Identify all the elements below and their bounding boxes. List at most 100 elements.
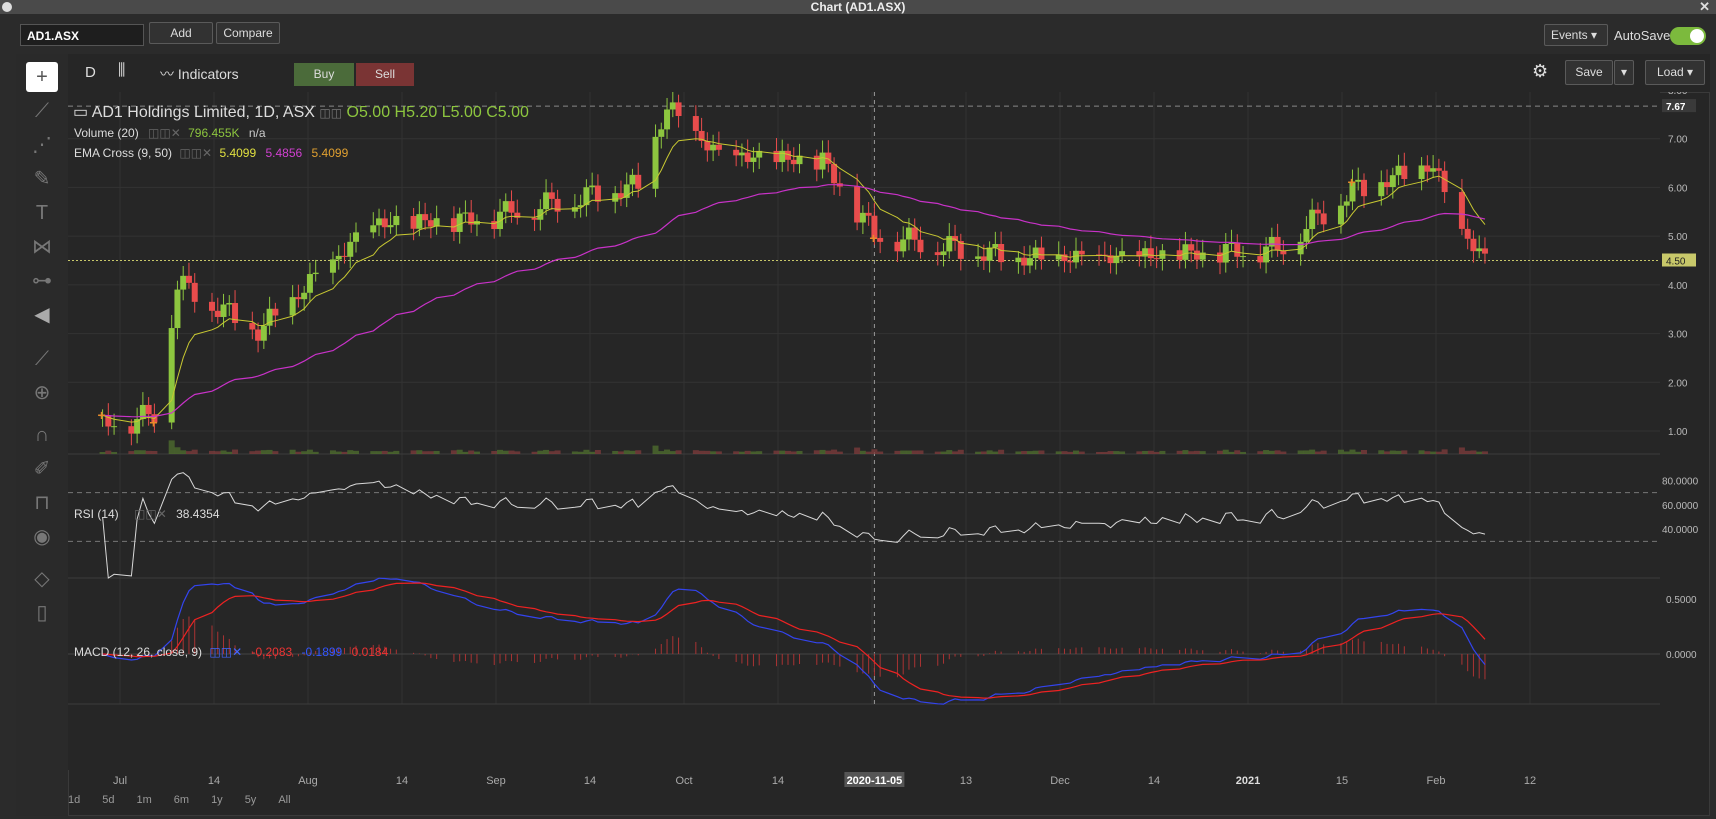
price-tick-label: 2.00 — [1668, 378, 1688, 389]
candle-body — [393, 215, 400, 226]
ema-legend: EMA Cross (9, 50) ◫◫✕ 5.4099 5.4856 5.40… — [74, 146, 348, 160]
gear-icon[interactable]: ⚙ — [1532, 61, 1548, 82]
volume-bar — [1021, 451, 1028, 454]
period-1y[interactable]: 1y — [211, 794, 223, 806]
measure-levels-icon[interactable]: ⊶ — [26, 266, 58, 296]
volume-bar — [1038, 450, 1045, 454]
fib-icon[interactable]: ⋰ — [26, 130, 58, 160]
volume-bar — [554, 450, 561, 454]
candle-body — [1401, 165, 1408, 180]
ema-tools-icon[interactable]: ◫◫✕ — [179, 146, 212, 160]
candle-body — [998, 243, 1005, 263]
volume-bar — [1320, 450, 1327, 454]
save-button[interactable]: Save — [1565, 60, 1613, 85]
volume-bar — [1055, 451, 1062, 454]
period-6m[interactable]: 6m — [174, 794, 189, 806]
legend-close: C5.00 — [486, 104, 529, 121]
candle-body — [1147, 248, 1154, 259]
price-tick-label: 8.00 — [1668, 92, 1688, 97]
period-1m[interactable]: 1m — [137, 794, 152, 806]
volume-bar — [497, 449, 503, 454]
period-5y[interactable]: 5y — [245, 794, 257, 806]
candle-body — [180, 275, 187, 290]
brush-icon[interactable]: ✎ — [26, 164, 58, 194]
candle-body — [1320, 213, 1327, 225]
volume-bar — [508, 450, 515, 454]
price-chart[interactable]: + + + + — [68, 92, 1660, 770]
candle-body — [813, 155, 820, 170]
volume-bar — [617, 451, 624, 454]
trash-icon[interactable]: ▯ — [26, 598, 58, 628]
add-button[interactable]: Add — [149, 22, 213, 44]
volume-bar — [704, 450, 711, 454]
candle-body — [416, 214, 423, 229]
layers-icon[interactable]: ◇ — [26, 564, 58, 594]
arrow-left-icon[interactable]: ◀ — [26, 300, 58, 330]
time-tick-label: 14 — [396, 775, 408, 787]
time-tick-label: 14 — [208, 775, 220, 787]
candle-body — [381, 218, 388, 228]
candle-body — [1441, 170, 1448, 193]
macd-tools-icon[interactable]: ◫◫✕ — [209, 645, 242, 659]
drawing-toolbar: + ⟋ ⋰ ✎ T ⋈ ⊶ ◀ ⟋ ⊕ ∩ ✐ ⊓ ◉ ◇ ▯ — [16, 54, 69, 816]
legend-collapse-icon[interactable]: ▭ — [73, 104, 88, 121]
candle-body — [975, 256, 982, 259]
volume-bar — [1343, 451, 1350, 454]
crosshair-icon[interactable]: + — [26, 62, 58, 92]
window-icon — [2, 2, 12, 12]
volume-bar — [1424, 451, 1431, 454]
magnet-icon[interactable]: ∩ — [26, 420, 58, 450]
candle-body — [1240, 256, 1247, 258]
volume-bar — [433, 450, 440, 454]
period-all[interactable]: All — [278, 794, 290, 806]
load-dropdown[interactable]: Load ▾ — [1645, 60, 1705, 85]
trendline-icon[interactable]: ⟋ — [26, 96, 58, 126]
volume-bar — [992, 451, 999, 454]
price-axis[interactable]: 8.00 7.00 6.00 5.00 4.00 3.00 2.00 1.00 7.67 4.50… — [1660, 92, 1710, 770]
volume-tools-icon[interactable]: ◫◫✕ — [148, 126, 181, 140]
candle-body — [272, 308, 279, 316]
indicators-button[interactable]: 〰 Indicators — [160, 64, 239, 84]
volume-bar — [1314, 451, 1321, 454]
volume-bar — [1470, 450, 1477, 454]
candle-body — [497, 211, 503, 230]
rsi-tools-icon[interactable]: ◫◫✕ — [134, 507, 167, 521]
rsi-label: RSI (14) — [74, 507, 119, 521]
lock-icon[interactable]: ⊓ — [26, 488, 58, 518]
legend-tools-icon[interactable]: ◫◫ — [319, 106, 342, 120]
volume-bar — [900, 450, 907, 454]
candles-icon[interactable]: ⫼ — [118, 62, 125, 80]
interval-selector[interactable]: D — [85, 64, 96, 81]
volume-bar — [1026, 451, 1033, 454]
zoom-in-icon[interactable]: ⊕ — [26, 378, 58, 408]
close-icon[interactable]: ✕ — [1699, 0, 1710, 15]
candle-body — [900, 239, 907, 252]
save-dropdown-chevron-icon[interactable]: ▾ — [1614, 60, 1634, 85]
volume-bar — [1096, 451, 1103, 454]
volume-bar — [952, 451, 959, 454]
time-axis[interactable]: Jul14Aug14Sep14Oct14Nov13Dec14202115Feb1… — [68, 772, 1660, 788]
buy-button[interactable]: Buy — [294, 63, 354, 86]
autosave-toggle[interactable] — [1670, 27, 1706, 45]
volume-value2: n/a — [248, 126, 266, 140]
ruler-icon[interactable]: ⟋ — [26, 344, 58, 374]
period-1d[interactable]: 1d — [68, 794, 80, 806]
volume-bar — [710, 451, 717, 454]
macd-value-1: -0.2083 — [251, 645, 293, 659]
candle-body — [1378, 182, 1385, 197]
legend-open: O5.00 — [346, 104, 391, 121]
lock-drawing-icon[interactable]: ✐ — [26, 454, 58, 484]
candle-body — [260, 325, 267, 341]
candle-body — [738, 152, 745, 156]
sell-button[interactable]: Sell — [356, 63, 414, 86]
main-legend: ▭ AD1 Holdings Limited, 1D, ASX ◫◫ O5.00… — [73, 102, 529, 122]
pattern-icon[interactable]: ⋈ — [26, 232, 58, 262]
text-icon[interactable]: T — [26, 198, 58, 228]
symbol-input[interactable]: AD1.ASX — [20, 24, 144, 46]
eye-icon[interactable]: ◉ — [26, 522, 58, 552]
events-dropdown[interactable]: Events ▾ — [1544, 24, 1608, 46]
compare-button[interactable]: Compare — [216, 22, 280, 44]
volume-bar — [468, 450, 475, 454]
period-5d[interactable]: 5d — [102, 794, 114, 806]
macd-tick-label: 0.0000 — [1666, 650, 1697, 661]
